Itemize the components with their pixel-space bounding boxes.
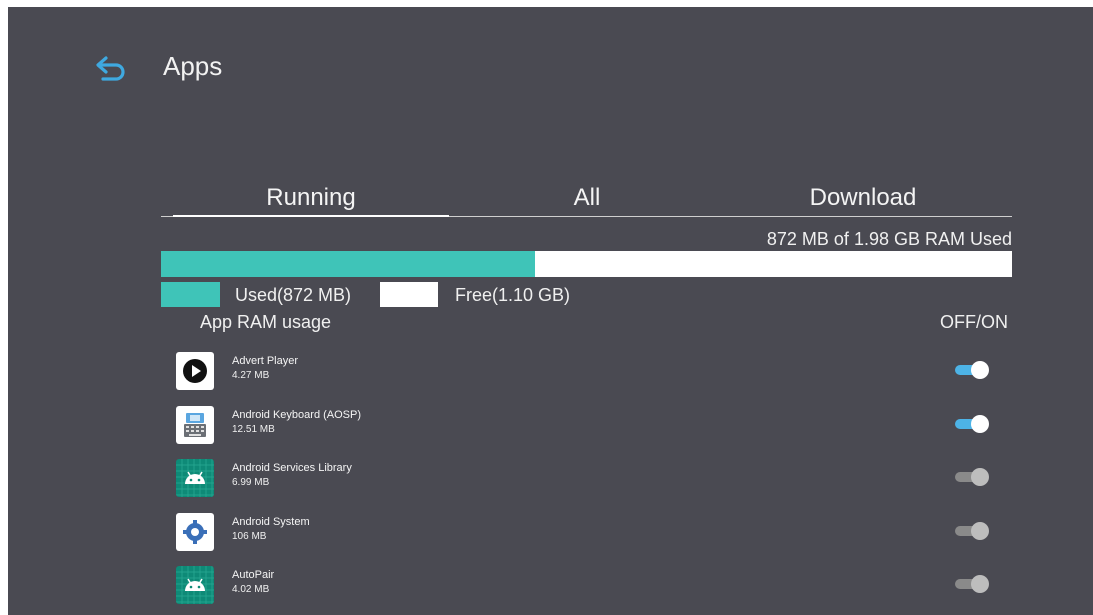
play-icon <box>176 352 214 390</box>
app-toggle-switch[interactable] <box>955 574 991 594</box>
toggle-knob <box>971 468 989 486</box>
app-name: AutoPair <box>232 569 275 581</box>
apps-screen: Apps Running All Download 872 MB of 1.98… <box>8 7 1093 615</box>
toggle-knob <box>971 361 989 379</box>
app-name: Android Services Library <box>232 462 352 474</box>
app-size: 106 MB <box>232 531 267 542</box>
app-ram-usage-heading: App RAM usage <box>200 312 332 332</box>
tab-selected-indicator <box>173 215 449 217</box>
back-arrow-icon <box>96 56 125 81</box>
app-row-android-keyboard[interactable]: Android Keyboard (AOSP) 12.51 MB <box>173 406 1013 460</box>
android-icon <box>176 566 214 604</box>
tab-download[interactable]: Download <box>725 184 1001 212</box>
app-toggle-switch[interactable] <box>955 360 991 380</box>
app-name: Android Keyboard (AOSP) <box>232 409 362 421</box>
app-row-autopair[interactable]: AutoPair 4.02 MB <box>173 566 1013 615</box>
app-row-android-services-library[interactable]: Android Services Library 6.99 MB <box>173 459 1013 513</box>
page-title: Apps <box>163 51 223 81</box>
app-size: 4.27 MB <box>232 370 270 381</box>
app-name: Android System <box>232 516 310 528</box>
gear-icon <box>176 513 214 551</box>
legend-free-swatch <box>380 282 438 307</box>
keyboard-icon <box>176 406 214 444</box>
off-on-heading: OFF/ON <box>940 312 1008 332</box>
app-size: 12.51 MB <box>232 424 275 435</box>
legend-free-label: Free(1.10 GB) <box>455 285 571 305</box>
ram-usage-bar <box>161 251 1012 277</box>
app-name: Advert Player <box>232 355 299 367</box>
toggle-knob <box>971 575 989 593</box>
app-row-advert-player[interactable]: Advert Player 4.27 MB <box>173 352 1013 406</box>
toggle-knob <box>971 415 989 433</box>
android-icon <box>176 459 214 497</box>
tab-all[interactable]: All <box>449 184 725 212</box>
ram-usage-bar-fill <box>161 251 536 277</box>
app-size: 6.99 MB <box>232 477 270 488</box>
back-button[interactable] <box>94 54 130 84</box>
app-toggle-switch[interactable] <box>955 521 991 541</box>
legend-used-label: Used(872 MB) <box>235 285 352 305</box>
app-toggle-switch[interactable] <box>955 467 991 487</box>
app-size: 4.02 MB <box>232 584 270 595</box>
ram-usage-summary: 872 MB of 1.98 GB RAM Used <box>766 229 1012 249</box>
app-toggle-switch[interactable] <box>955 414 991 434</box>
app-row-android-system[interactable]: Android System 106 MB <box>173 513 1013 567</box>
legend-used-swatch <box>161 282 220 307</box>
toggle-knob <box>971 522 989 540</box>
tab-running[interactable]: Running <box>173 184 449 212</box>
